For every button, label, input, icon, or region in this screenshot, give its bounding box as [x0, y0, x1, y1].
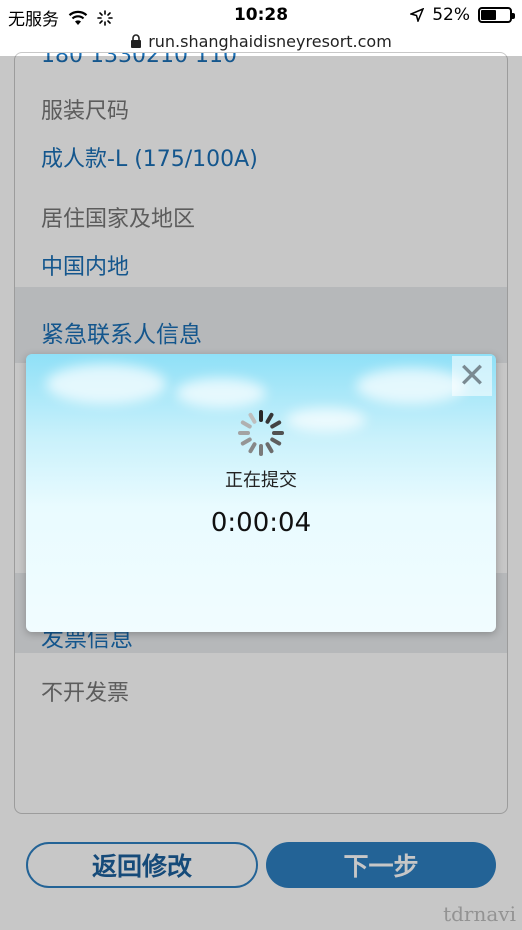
submitting-dialog: ✕ 正在提交 0:00:04: [26, 354, 496, 632]
spinner-segment: [247, 441, 258, 454]
spinner-segment: [247, 412, 258, 425]
spinner-segment: [259, 410, 263, 422]
elapsed-timer: 0:00:04: [210, 508, 312, 538]
cloud-decoration: [356, 368, 466, 404]
url-domain: run.shanghaidisneyresort.com: [148, 31, 392, 51]
cloud-decoration: [286, 408, 366, 432]
spinner-segment: [240, 419, 253, 430]
location-arrow-icon: [410, 8, 425, 22]
status-bar: 无服务 10:28 52%: [0, 0, 522, 30]
loading-spinner-icon: [238, 410, 284, 456]
battery-percent: 52%: [432, 5, 470, 25]
close-icon[interactable]: ✕: [452, 356, 492, 396]
cloud-decoration: [176, 378, 266, 408]
url-bar[interactable]: run.shanghaidisneyresort.com: [0, 28, 522, 54]
lock-icon: [131, 34, 142, 48]
cloud-decoration: [46, 364, 166, 404]
spinner-segment: [269, 436, 282, 447]
battery-icon: [478, 7, 515, 23]
battery-level: [481, 10, 496, 20]
spinner-segment: [269, 419, 282, 430]
spinner-segment: [259, 444, 263, 456]
status-bar-right: 52%: [410, 5, 515, 25]
spinner-segment: [272, 431, 284, 435]
spinner-segment: [238, 431, 250, 435]
submitting-status: 正在提交: [225, 470, 297, 491]
spinner-segment: [264, 441, 275, 454]
